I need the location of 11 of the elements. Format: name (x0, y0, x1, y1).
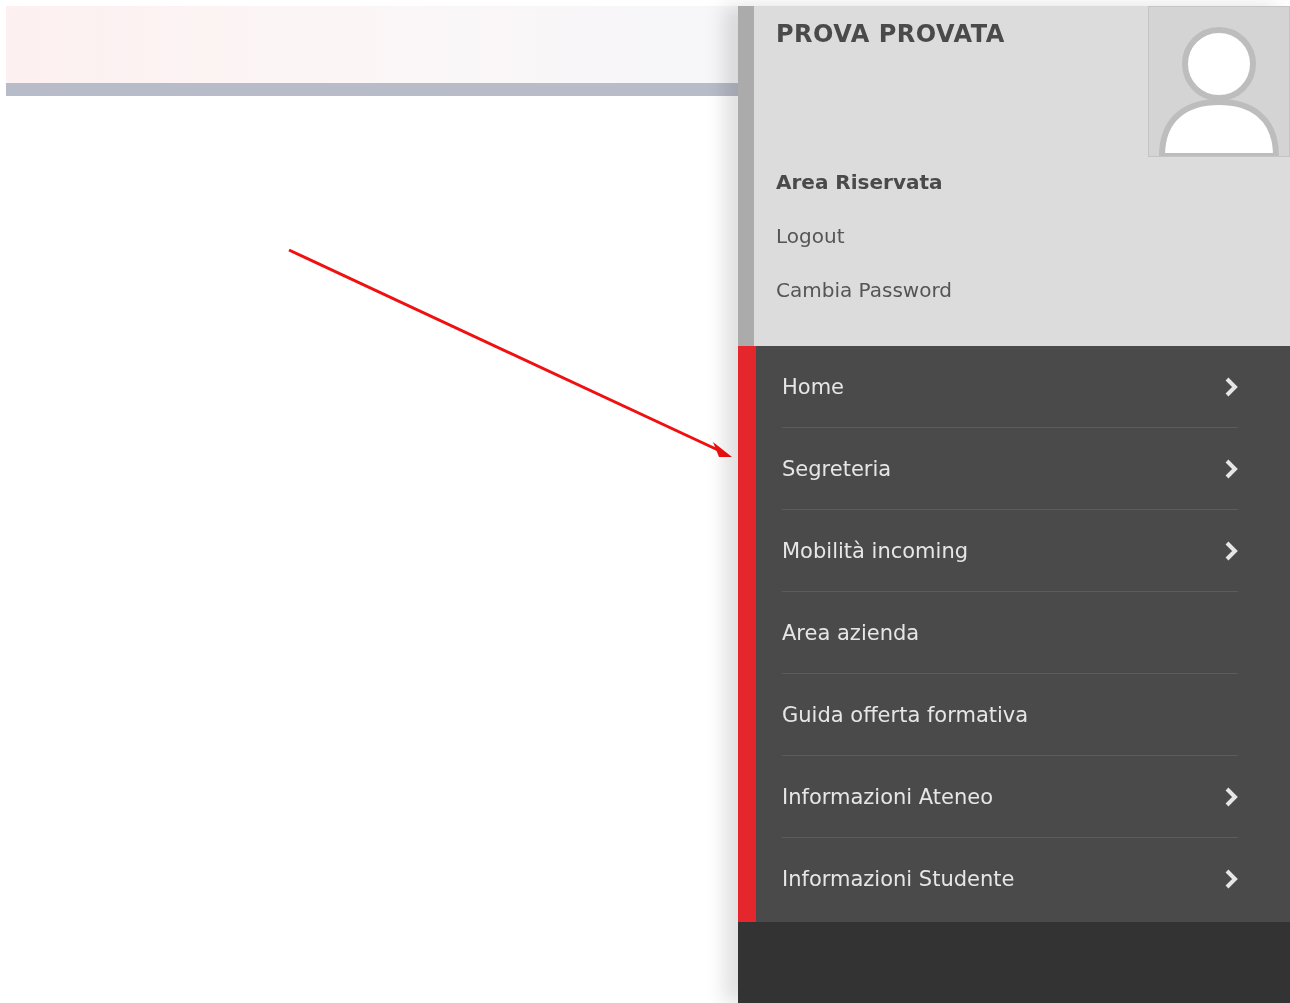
user-link[interactable]: Cambia Password (776, 278, 952, 302)
menu-item[interactable]: Segreteria (782, 428, 1238, 510)
menu-item[interactable]: Area azienda (782, 592, 1238, 674)
user-name: PROVA PROVATA (776, 20, 1006, 48)
menu-item[interactable]: Mobilità incoming (782, 510, 1238, 592)
menu-item[interactable]: Informazioni Studente (782, 838, 1238, 920)
user-link[interactable]: Logout (776, 224, 845, 248)
menu-item[interactable]: Informazioni Ateneo (782, 756, 1238, 838)
menu-item[interactable]: Guida offerta formativa (782, 674, 1238, 756)
section-title: Area Riservata (776, 170, 944, 194)
menu-item[interactable]: Home (782, 346, 1238, 428)
